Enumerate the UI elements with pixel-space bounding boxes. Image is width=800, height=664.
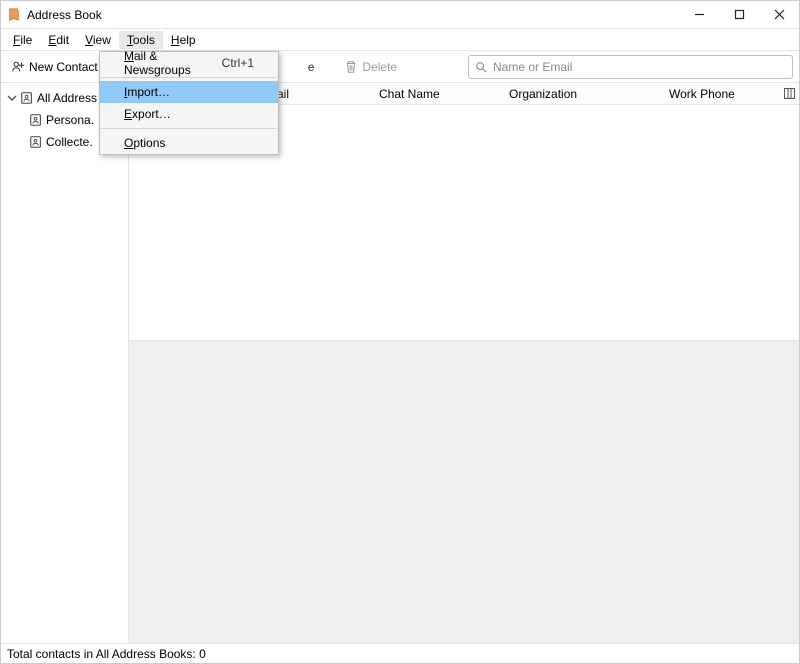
- contact-details: [129, 340, 799, 643]
- menubar: File Edit View Tools Help: [1, 29, 799, 51]
- close-button[interactable]: [759, 1, 799, 29]
- menu-edit[interactable]: Edit: [40, 31, 77, 49]
- menu-item-label: Export…: [124, 107, 171, 121]
- menu-item-export[interactable]: Export…: [100, 103, 278, 125]
- sidebar: All Address Persona. Collecte.: [1, 83, 129, 643]
- delete-label: Delete: [362, 60, 397, 74]
- statusbar: Total contacts in All Address Books: 0: [1, 643, 799, 663]
- status-text: Total contacts in All Address Books: 0: [7, 647, 206, 661]
- menu-view[interactable]: View: [77, 31, 119, 49]
- column-picker-button[interactable]: [779, 88, 799, 99]
- menu-item-mail-newsgroups[interactable]: Mail & Newsgroups Ctrl+1: [100, 52, 278, 74]
- column-organization[interactable]: Organization: [499, 87, 659, 101]
- person-plus-icon: [11, 60, 25, 74]
- menu-file[interactable]: File: [5, 31, 40, 49]
- menu-separator: [101, 77, 277, 78]
- titlebar: Address Book: [1, 1, 799, 29]
- right-pane: Email Chat Name Organization Work Phone: [129, 83, 799, 643]
- maximize-button[interactable]: [719, 1, 759, 29]
- search-icon: [475, 61, 487, 73]
- menu-tools[interactable]: Tools: [119, 31, 163, 49]
- menu-item-label: Options: [124, 136, 165, 150]
- address-book-icon: [29, 135, 43, 149]
- search-box[interactable]: [468, 55, 793, 79]
- menu-item-options[interactable]: Options: [100, 132, 278, 154]
- menu-item-shortcut: Ctrl+1: [222, 56, 254, 70]
- menu-item-import[interactable]: Import…: [100, 81, 278, 103]
- trash-icon: [344, 60, 358, 74]
- column-picker-icon: [784, 88, 795, 99]
- sidebar-label-all: All Address: [37, 91, 97, 105]
- column-work-phone[interactable]: Work Phone: [659, 87, 779, 101]
- tools-menu-dropdown: Mail & Newsgroups Ctrl+1 Import… Export……: [99, 51, 279, 155]
- sidebar-label-personal: Persona.: [46, 113, 94, 127]
- menu-separator: [101, 128, 277, 129]
- content: All Address Persona. Collecte. Email Cha…: [1, 83, 799, 643]
- address-book-icon: [29, 113, 43, 127]
- menu-item-label: Mail & Newsgroups: [124, 49, 222, 77]
- new-contact-label: New Contact: [29, 60, 98, 74]
- search-input[interactable]: [493, 60, 786, 74]
- window-title: Address Book: [27, 8, 102, 22]
- chevron-down-icon: [7, 93, 17, 103]
- menu-item-label: Import…: [124, 85, 170, 99]
- minimize-button[interactable]: [679, 1, 719, 29]
- app-icon: [7, 8, 21, 22]
- new-contact-button[interactable]: New Contact: [7, 58, 102, 76]
- column-chat[interactable]: Chat Name: [369, 87, 499, 101]
- write-fragment: e: [308, 60, 315, 74]
- delete-button[interactable]: Delete: [340, 58, 401, 76]
- menu-help[interactable]: Help: [163, 31, 204, 49]
- sidebar-label-collected: Collecte.: [46, 135, 93, 149]
- window-controls: [679, 1, 799, 29]
- address-book-icon: [20, 91, 34, 105]
